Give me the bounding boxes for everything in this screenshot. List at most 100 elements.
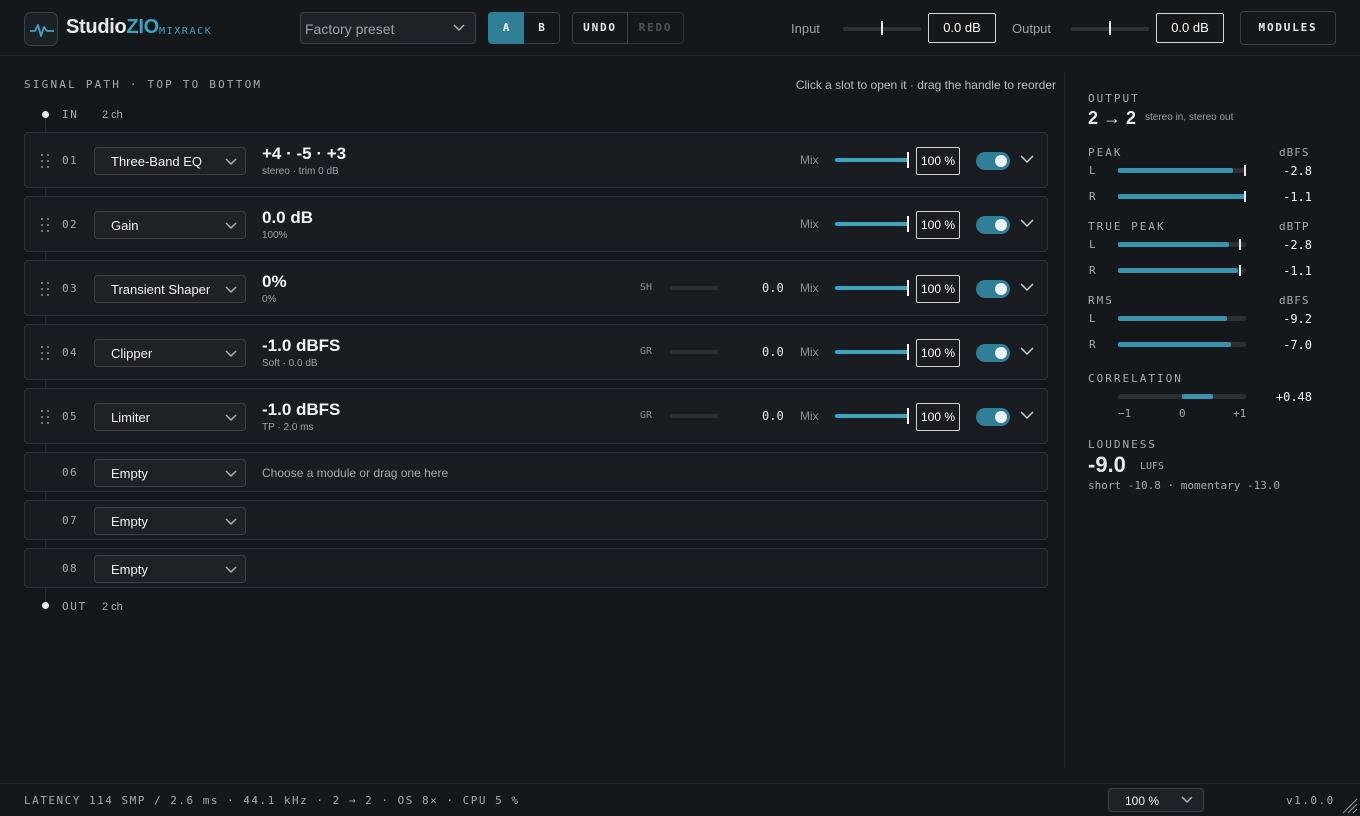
peak-channel-r: R (1089, 190, 1096, 203)
mix-label: Mix (800, 281, 819, 295)
input-node-label: IN (62, 108, 79, 121)
reduction-meter-label: GR (640, 410, 653, 421)
peak-meter-r (1118, 191, 1246, 202)
ab-b-button[interactable]: B (524, 12, 560, 44)
undo-button[interactable]: UNDO (572, 12, 628, 44)
mix-value[interactable]: 100 % (916, 403, 960, 431)
true-peak-channel-r: R (1089, 264, 1096, 277)
chevron-down-icon[interactable] (1020, 411, 1034, 420)
routing-description: stereo in, stereo out (1145, 112, 1234, 123)
redo-button[interactable]: REDO (628, 12, 684, 44)
mix-value[interactable]: 100 % (916, 211, 960, 239)
drag-handle-icon[interactable] (41, 346, 51, 360)
module-select[interactable]: Limiter (94, 403, 246, 431)
logo (24, 12, 58, 46)
drag-handle-icon[interactable] (41, 282, 51, 296)
mix-slider-knob[interactable] (907, 344, 909, 360)
module-secondary-value: stereo · trim 0 dB (262, 166, 339, 177)
zoom-select[interactable]: 100 % (1108, 788, 1204, 812)
module-secondary-value: 0% (262, 294, 277, 305)
rms-meter-r (1118, 342, 1246, 347)
input-node-channels: 2 ch (102, 109, 123, 121)
module-primary-value: -1.0 dBFS (262, 336, 341, 355)
module-slot[interactable]: 02 Gain 0.0 dB 100% Mix 100 % (24, 196, 1048, 252)
true-peak-title: TRUE PEAK (1088, 220, 1166, 233)
bypass-toggle[interactable] (976, 216, 1010, 234)
mix-slider[interactable] (835, 408, 909, 424)
chevron-down-icon (225, 518, 237, 526)
mix-value[interactable]: 100 % (916, 147, 960, 175)
module-secondary-value: TP · 2.0 ms (262, 422, 314, 433)
output-node-label: OUT (62, 600, 87, 613)
module-slot[interactable]: 07 Empty (24, 500, 1048, 540)
signal-path-hint: Click a slot to open it · drag the handl… (795, 78, 1056, 92)
mix-slider[interactable] (835, 344, 909, 360)
bypass-toggle[interactable] (976, 280, 1010, 298)
status-bar: LATENCY 114 SMP / 2.6 ms · 44.1 kHz · 2 … (0, 783, 1360, 816)
reduction-meter-label: SH (640, 282, 653, 293)
loudness-unit: LUFS (1140, 461, 1165, 472)
modules-button[interactable]: MODULES (1240, 11, 1336, 45)
module-slot[interactable]: 04 Clipper -1.0 dBFS Soft · 0.0 dB GR 0.0 Mix 1… (24, 324, 1048, 380)
mix-value[interactable]: 100 % (916, 275, 960, 303)
slot-number: 05 (62, 410, 79, 423)
mix-slider-knob[interactable] (907, 216, 909, 232)
chevron-down-icon[interactable] (1020, 347, 1034, 356)
module-select[interactable]: Empty (94, 507, 246, 535)
reduction-meter (670, 286, 718, 290)
rms-meter-l (1118, 316, 1246, 321)
slot-number: 03 (62, 282, 79, 295)
module-select[interactable]: Three-Band EQ (94, 147, 246, 175)
module-slot[interactable]: 01 Three-Band EQ +4 · -5 · +3 stereo · trim… (24, 132, 1048, 188)
mix-slider-knob[interactable] (907, 280, 909, 296)
input-gain-value[interactable]: 0.0 dB (928, 13, 996, 43)
drag-handle-icon[interactable] (41, 410, 51, 424)
loudness-value: -9.0 (1088, 452, 1126, 477)
slot-number: 07 (62, 514, 79, 527)
drag-handle-icon[interactable] (41, 154, 51, 168)
brand-subtitle: MIXRACK (159, 26, 213, 37)
module-slot[interactable]: 05 Limiter -1.0 dBFS TP · 2.0 ms GR 0.0 Mix 100… (24, 388, 1048, 444)
module-name: Limiter (111, 410, 151, 425)
module-slot[interactable]: 06 Empty Choose a module or drag one here (24, 452, 1048, 492)
drag-handle-icon[interactable] (41, 218, 51, 232)
input-gain-knob[interactable] (881, 21, 883, 35)
chevron-down-icon[interactable] (1020, 283, 1034, 292)
preset-select[interactable]: Factory preset (300, 12, 476, 44)
chevron-down-icon (225, 350, 237, 358)
module-slot[interactable]: 08 Empty (24, 548, 1048, 588)
bypass-toggle[interactable] (976, 152, 1010, 170)
output-gain-slider[interactable] (1071, 21, 1149, 35)
ab-a-button[interactable]: A (488, 12, 524, 44)
mix-slider-knob[interactable] (907, 408, 909, 424)
zoom-value: 100 % (1125, 794, 1160, 808)
module-select[interactable]: Gain (94, 211, 246, 239)
module-select[interactable]: Clipper (94, 339, 246, 367)
module-select[interactable]: Transient Shaper (94, 275, 246, 303)
resize-handle-icon[interactable] (1340, 796, 1358, 814)
mix-slider[interactable] (835, 216, 909, 232)
output-title: OUTPUT (1088, 92, 1140, 105)
true-peak-channel-l: L (1089, 238, 1096, 251)
output-gain-knob[interactable] (1109, 21, 1111, 35)
mix-value[interactable]: 100 % (916, 339, 960, 367)
module-select[interactable]: Empty (94, 459, 246, 487)
bypass-toggle[interactable] (976, 408, 1010, 426)
chevron-down-icon (1181, 796, 1193, 804)
module-select[interactable]: Empty (94, 555, 246, 583)
module-name: Clipper (111, 346, 153, 361)
bypass-toggle[interactable] (976, 344, 1010, 362)
chevron-down-icon[interactable] (1020, 219, 1034, 228)
input-gain-slider[interactable] (843, 21, 921, 35)
output-node-dot (42, 602, 49, 609)
reduction-meter-value: 0.0 (762, 409, 784, 423)
module-name: Gain (111, 218, 139, 233)
chevron-down-icon[interactable] (1020, 155, 1034, 164)
output-label: Output (1012, 21, 1052, 36)
mix-slider[interactable] (835, 280, 909, 296)
mix-slider[interactable] (835, 152, 909, 168)
chevron-down-icon (225, 222, 237, 230)
mix-slider-knob[interactable] (907, 152, 909, 168)
module-slot[interactable]: 03 Transient Shaper 0% 0% SH 0.0 Mix 100 % (24, 260, 1048, 316)
output-gain-value[interactable]: 0.0 dB (1156, 13, 1224, 43)
